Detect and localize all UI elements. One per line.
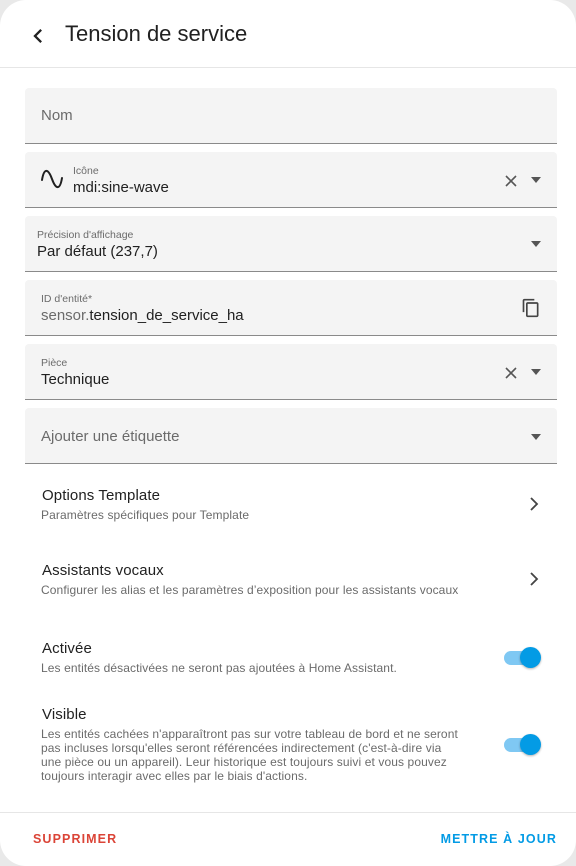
update-button[interactable]: METTRE À JOUR [441,832,557,846]
template-options-subtitle: Paramètres spécifiques pour Template [41,508,250,522]
clear-icon[interactable] [503,365,519,381]
visible-row: Visible Les entités cachées n'apparaîtro… [25,706,557,786]
dropdown-arrow-icon[interactable] [530,433,542,441]
name-field[interactable]: Nom [25,88,557,144]
sine-wave-icon [41,169,63,189]
area-field-value: Technique [41,371,110,388]
voice-assistants-row[interactable]: Assistants vocaux Configurer les alias e… [25,562,557,602]
entity-id-field[interactable]: ID d'entité* sensor.tension_de_service_h… [25,280,557,336]
area-picker-field[interactable]: Pièce Technique [25,344,557,400]
dropdown-arrow-icon[interactable] [530,176,542,184]
clear-icon[interactable] [503,173,519,189]
enabled-toggle[interactable] [504,645,541,668]
precision-field-value: Par défaut (237,7) [37,243,158,260]
back-button[interactable] [24,22,52,50]
voice-assistants-subtitle: Configurer les alias et les paramètres d… [41,583,459,597]
visible-subtitle-line: pas incluses lorsqu'elles seront référen… [41,741,442,755]
entity-id-value: sensor.tension_de_service_ha [41,307,244,324]
delete-button[interactable]: SUPPRIMER [33,832,117,846]
entity-settings-dialog: Tension de service Nom Icône mdi:sine-wa… [0,0,576,866]
display-precision-select[interactable]: Précision d'affichage Par défaut (237,7) [25,216,557,272]
precision-field-label: Précision d'affichage [37,229,134,241]
enabled-subtitle: Les entités désactivées ne seront pas aj… [41,661,397,675]
visible-subtitle: Les entités cachées n'apparaîtront pas s… [41,727,458,783]
chevron-left-icon [33,29,42,43]
entity-id-prefix: sensor. [41,307,90,324]
label-picker-field[interactable]: Ajouter une étiquette [25,408,557,464]
label-field-placeholder: Ajouter une étiquette [41,428,180,445]
toggle-thumb [520,734,541,755]
chevron-right-icon [530,572,539,586]
area-field-label: Pièce [41,357,68,369]
entity-id-text: tension_de_service_ha [89,307,244,324]
visible-title: Visible [42,706,87,723]
copy-icon[interactable] [521,298,541,318]
template-options-row[interactable]: Options Template Paramètres spécifiques … [25,487,557,527]
dropdown-arrow-icon[interactable] [530,368,542,376]
visible-subtitle-line: toujours interagir avec elles par le bia… [41,769,308,783]
template-options-title: Options Template [42,487,161,504]
enabled-title: Activée [42,640,92,657]
visible-toggle[interactable] [504,732,541,755]
entity-id-label: ID d'entité* [41,293,93,305]
voice-assistants-title: Assistants vocaux [42,562,164,579]
enabled-row: Activée Les entités désactivées ne seron… [25,640,557,680]
icon-field-value: mdi:sine-wave [73,179,169,196]
icon-picker-field[interactable]: Icône mdi:sine-wave [25,152,557,208]
name-field-label: Nom [41,107,73,124]
dialog-footer: SUPPRIMER METTRE À JOUR [0,812,576,866]
dialog-header: Tension de service [0,0,576,68]
visible-subtitle-line: Les entités cachées n'apparaîtront pas s… [41,727,458,741]
icon-field-label: Icône [73,165,99,177]
toggle-thumb [520,647,541,668]
visible-subtitle-line: une pièce ou un appareil). Leur historiq… [41,755,447,769]
chevron-right-icon [530,497,539,511]
dropdown-arrow-icon[interactable] [530,240,542,248]
page-title: Tension de service [65,21,248,46]
